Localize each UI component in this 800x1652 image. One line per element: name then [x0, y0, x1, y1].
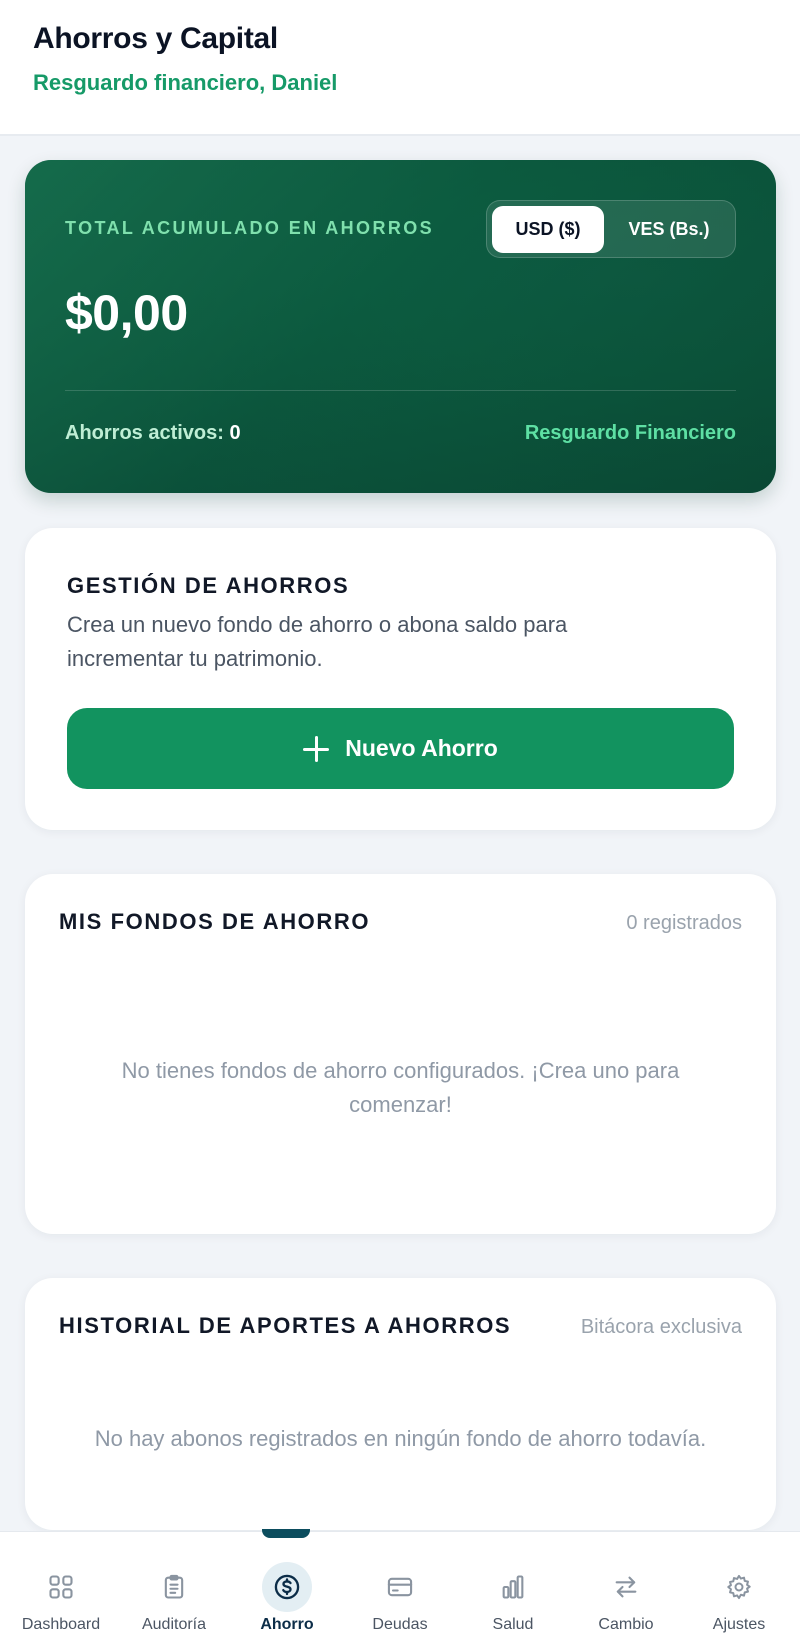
- nav-item-auditoria[interactable]: Auditoría: [117, 1532, 231, 1652]
- app-root: Ahorros y Capital Resguardo financiero, …: [0, 0, 800, 1652]
- contributions-history-card: HISTORIAL DE APORTES A AHORROS Bitácora …: [25, 1278, 776, 1530]
- nav-item-cambio[interactable]: Cambio: [569, 1532, 683, 1652]
- savings-funds-card: MIS FONDOS DE AHORRO 0 registrados No ti…: [25, 874, 776, 1234]
- plus-icon: [303, 735, 330, 762]
- total-amount: $0,00: [65, 285, 188, 341]
- nav-label-auditoria: Auditoría: [141, 1616, 207, 1633]
- summary-footer-tag: Resguardo Financiero: [524, 422, 736, 444]
- grid-icon: [36, 1562, 86, 1612]
- nav-label-salud: Salud: [492, 1616, 534, 1633]
- funds-count: 0 registrados: [626, 912, 742, 934]
- new-savings-button-label: Nuevo Ahorro: [345, 735, 498, 761]
- savings-summary-card: TOTAL ACUMULADO EN AHORROS USD ($) VES (…: [25, 160, 776, 493]
- bottom-nav: Dashboard Auditoría Ahorro Deudas Salud …: [0, 1531, 800, 1652]
- clipboard-icon: [149, 1562, 199, 1612]
- nav-item-dashboard[interactable]: Dashboard: [4, 1532, 118, 1652]
- nav-item-ajustes[interactable]: Ajustes: [682, 1532, 796, 1652]
- history-meta: Bitácora exclusiva: [580, 1316, 742, 1338]
- manage-title: GESTIÓN DE AHORROS: [67, 573, 350, 598]
- nav-label-ajustes: Ajustes: [712, 1616, 766, 1633]
- active-savings-label: Ahorros activos:: [65, 422, 224, 444]
- summary-divider: [65, 390, 736, 391]
- nav-item-salud[interactable]: Salud: [456, 1532, 570, 1652]
- nav-active-indicator: [262, 1529, 310, 1538]
- nav-label-cambio: Cambio: [598, 1616, 654, 1633]
- page-header: Ahorros y Capital Resguardo financiero, …: [0, 0, 800, 136]
- nav-label-deudas: Deudas: [372, 1616, 428, 1633]
- currency-toggle: USD ($) VES (Bs.): [486, 200, 736, 258]
- nav-label-dashboard: Dashboard: [21, 1616, 101, 1633]
- nav-label-ahorro: Ahorro: [260, 1616, 314, 1633]
- dollar-circle-icon: [262, 1562, 312, 1612]
- nav-item-ahorro[interactable]: Ahorro: [230, 1532, 344, 1652]
- active-savings: Ahorros activos: 0: [65, 422, 241, 445]
- funds-title: MIS FONDOS DE AHORRO: [59, 909, 371, 934]
- currency-option-ves[interactable]: VES (Bs.): [609, 206, 729, 253]
- summary-label: TOTAL ACUMULADO EN AHORROS: [65, 218, 435, 238]
- credit-card-icon: [375, 1562, 425, 1612]
- nav-item-deudas[interactable]: Deudas: [343, 1532, 457, 1652]
- currency-option-usd[interactable]: USD ($): [492, 206, 604, 253]
- history-title: HISTORIAL DE APORTES A AHORROS: [59, 1313, 512, 1338]
- manage-savings-card: GESTIÓN DE AHORROS Crea un nuevo fondo d…: [25, 528, 776, 830]
- history-empty-state: No hay abonos registrados en ningún fond…: [94, 1426, 707, 1451]
- bar-chart-icon: [488, 1562, 538, 1612]
- manage-description: Crea un nuevo fondo de ahorro o abona sa…: [67, 612, 568, 671]
- swap-arrows-icon: [601, 1562, 651, 1612]
- page-title: Ahorros y Capital: [33, 22, 278, 55]
- new-savings-button[interactable]: Nuevo Ahorro: [67, 708, 734, 789]
- funds-empty-state: No tienes fondos de ahorro configurados.…: [121, 1058, 680, 1117]
- gear-icon: [714, 1562, 764, 1612]
- page-subtitle: Resguardo financiero, Daniel: [33, 70, 338, 95]
- active-savings-count: 0: [229, 422, 241, 444]
